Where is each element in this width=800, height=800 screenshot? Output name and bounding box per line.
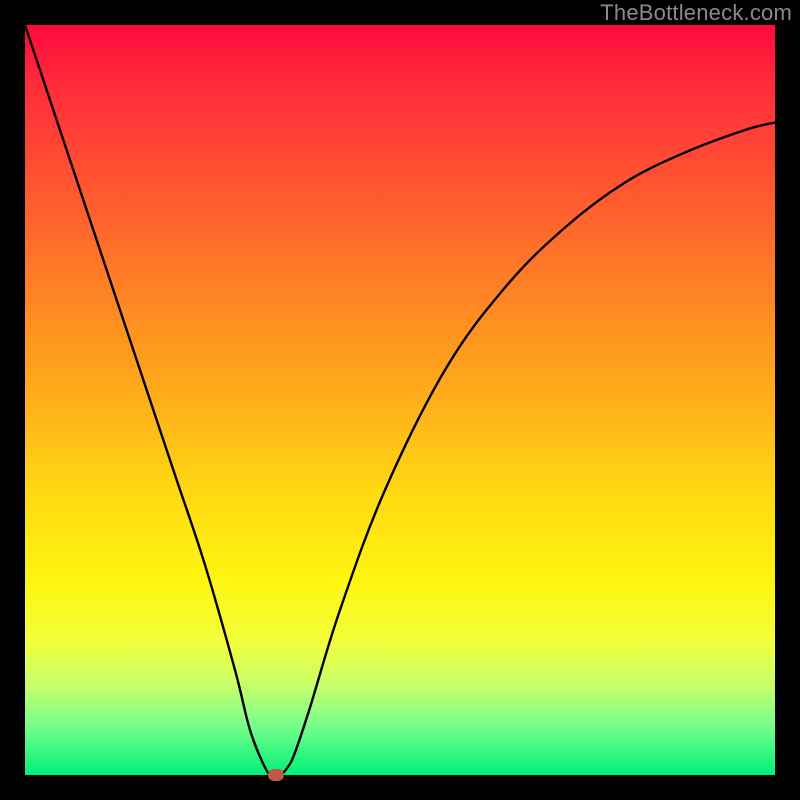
watermark-text: TheBottleneck.com xyxy=(600,0,792,26)
plot-area xyxy=(25,25,775,775)
bottleneck-curve xyxy=(25,25,775,775)
chart-frame: TheBottleneck.com xyxy=(0,0,800,800)
optimal-point-marker xyxy=(268,769,284,781)
